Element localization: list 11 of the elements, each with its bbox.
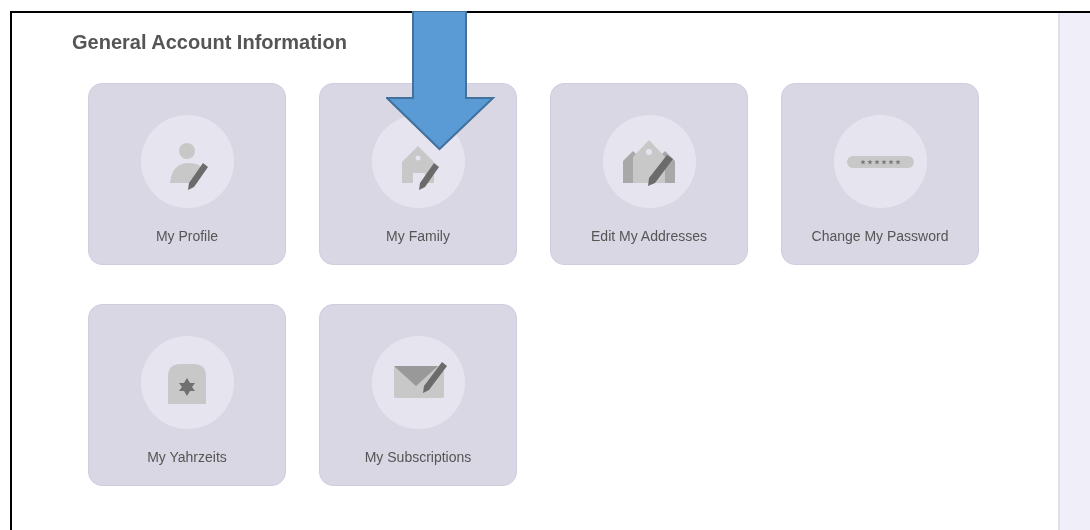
account-tile[interactable]: Change My Password <box>781 83 979 265</box>
account-tile[interactable]: My Subscriptions <box>319 304 517 486</box>
password-field-icon <box>833 115 927 208</box>
account-tile[interactable]: Edit My Addresses <box>550 83 748 265</box>
account-tile[interactable]: My Profile <box>88 83 286 265</box>
account-tile[interactable]: My Family <box>319 83 517 265</box>
person-edit-icon <box>140 115 234 208</box>
houses-edit-icon <box>602 115 696 208</box>
envelope-edit-icon <box>371 336 465 429</box>
section-title: General Account Information <box>72 31 347 54</box>
account-tile[interactable]: My Yahrzeits <box>88 304 286 486</box>
